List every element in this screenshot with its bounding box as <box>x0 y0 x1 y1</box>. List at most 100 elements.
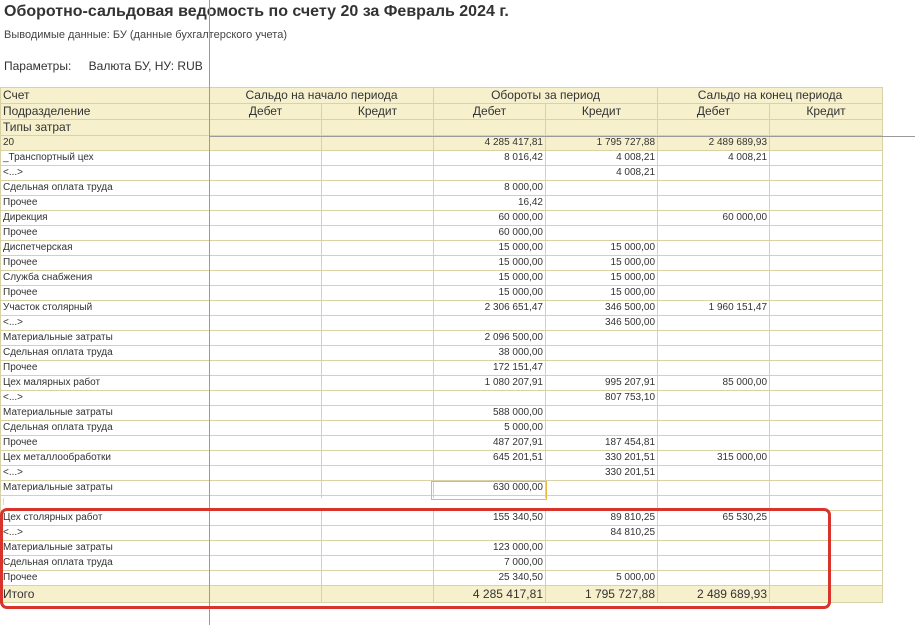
cell-closing-credit[interactable] <box>769 165 884 181</box>
cell-opening-credit[interactable] <box>321 420 434 436</box>
cell-closing-credit[interactable] <box>769 435 884 451</box>
cell-closing-debit[interactable] <box>657 390 771 406</box>
row-label[interactable]: <...> <box>0 465 210 481</box>
cell-closing-debit[interactable] <box>657 465 771 481</box>
cell-opening-debit[interactable] <box>209 360 322 376</box>
cell-opening-credit[interactable] <box>321 390 434 406</box>
table-row[interactable]: _Транспортный цех 8 016,42 4 008,21 4 008,2… <box>0 150 884 166</box>
cell-turnover-debit[interactable]: 5 000,00 <box>433 420 546 436</box>
cell-opening-credit[interactable] <box>321 465 434 481</box>
cell-closing-debit[interactable] <box>657 330 771 346</box>
cell-closing-credit[interactable] <box>769 405 884 421</box>
cell-turnover-debit[interactable]: 15 000,00 <box>433 255 546 271</box>
cell-turnover-debit[interactable]: 487 207,91 <box>433 435 546 451</box>
cell-opening-credit[interactable] <box>321 150 434 166</box>
cell-opening-debit[interactable] <box>209 405 322 421</box>
cell-turnover-debit[interactable]: 15 000,00 <box>433 285 546 301</box>
cell-turnover-debit[interactable]: 38 000,00 <box>433 345 546 361</box>
cell-opening-debit[interactable] <box>209 195 322 211</box>
cell-closing-credit[interactable] <box>769 390 884 406</box>
table-row[interactable]: Сдельная оплата труда 5 000,00 <box>0 420 884 436</box>
cell-closing-credit[interactable] <box>769 240 884 256</box>
cell-opening-debit[interactable] <box>209 180 322 196</box>
cell-opening-credit[interactable] <box>321 195 434 211</box>
cell-turnover-credit[interactable] <box>544 345 659 361</box>
header-opening-credit[interactable]: Кредит <box>321 103 434 120</box>
cell-opening-credit[interactable] <box>321 135 434 151</box>
table-row[interactable]: Дирекция 60 000,00 60 000,00 <box>0 210 884 226</box>
cell-opening-credit[interactable] <box>321 480 434 496</box>
cell-closing-debit[interactable] <box>657 240 771 256</box>
table-row[interactable]: Цех малярных работ 1 080 207,91 995 207,91… <box>0 375 884 391</box>
cell-opening-credit[interactable] <box>321 405 434 421</box>
cell-turnover-debit[interactable]: 8 016,42 <box>433 150 546 166</box>
cell-opening-debit[interactable] <box>209 315 322 331</box>
row-label[interactable]: <...> <box>0 390 210 406</box>
cell-turnover-credit[interactable]: 346 500,00 <box>544 315 659 331</box>
cell-closing-credit[interactable] <box>769 225 884 241</box>
table-row[interactable]: Сдельная оплата труда 38 000,00 <box>0 345 884 361</box>
table-row[interactable]: Цех металлообработки 645 201,51 330 201,51… <box>0 450 884 466</box>
row-label[interactable]: Прочее <box>0 255 210 271</box>
cell-closing-debit[interactable]: 1 960 151,47 <box>657 300 771 316</box>
cell-turnover-debit[interactable]: 1 080 207,91 <box>433 375 546 391</box>
table-row[interactable]: Прочее 172 151,47 <box>0 360 884 376</box>
cell-turnover-debit[interactable]: 8 000,00 <box>433 180 546 196</box>
row-label[interactable]: <...> <box>0 165 210 181</box>
row-label[interactable]: Прочее <box>0 225 210 241</box>
row-label[interactable]: Прочее <box>0 195 210 211</box>
cell-opening-debit[interactable] <box>209 330 322 346</box>
cell-turnover-credit[interactable]: 1 795 727,88 <box>544 135 659 151</box>
cell-turnover-credit[interactable]: 187 454,81 <box>544 435 659 451</box>
cell-turnover-credit[interactable]: 330 201,51 <box>544 465 659 481</box>
cell-turnover-debit[interactable] <box>433 390 546 406</box>
cell-turnover-credit[interactable] <box>544 330 659 346</box>
cell-turnover-credit[interactable] <box>544 195 659 211</box>
cell-closing-credit[interactable] <box>769 345 884 361</box>
header-closing-credit[interactable]: Кредит <box>769 103 884 120</box>
cell-closing-debit[interactable] <box>657 315 771 331</box>
table-row[interactable]: 20 4 285 417,81 1 795 727,88 2 489 689,93 <box>0 135 884 151</box>
cell-opening-debit[interactable] <box>209 480 322 496</box>
cell-closing-credit[interactable] <box>769 270 884 286</box>
row-label[interactable]: Служба снабжения <box>0 270 210 286</box>
cell-closing-credit[interactable] <box>769 210 884 226</box>
cell-opening-debit[interactable] <box>209 435 322 451</box>
cell-opening-credit[interactable] <box>321 345 434 361</box>
cell-closing-credit[interactable] <box>769 315 884 331</box>
header-turnover-credit[interactable]: Кредит <box>544 103 659 120</box>
cell-turnover-credit[interactable]: 330 201,51 <box>544 450 659 466</box>
cell-opening-debit[interactable] <box>209 465 322 481</box>
cell-opening-debit[interactable] <box>209 150 322 166</box>
cell-closing-debit[interactable] <box>657 255 771 271</box>
cell-closing-credit[interactable] <box>769 375 884 391</box>
cell-opening-credit[interactable] <box>321 360 434 376</box>
cell-closing-debit[interactable]: 2 489 689,93 <box>657 135 771 151</box>
header-closing-debit[interactable]: Дебет <box>657 103 771 120</box>
cell-opening-debit[interactable] <box>209 225 322 241</box>
cell-closing-debit[interactable] <box>657 435 771 451</box>
header-cost-types[interactable]: Типы затрат <box>0 119 210 136</box>
cell-opening-debit[interactable] <box>209 165 322 181</box>
cell-turnover-debit[interactable]: 16,42 <box>433 195 546 211</box>
cell-turnover-debit[interactable] <box>433 465 546 481</box>
cell-opening-credit[interactable] <box>321 435 434 451</box>
cell-turnover-credit[interactable] <box>544 420 659 436</box>
cell-turnover-credit[interactable] <box>544 480 659 496</box>
header-opening-debit[interactable]: Дебет <box>209 103 322 120</box>
cell-turnover-credit[interactable]: 995 207,91 <box>544 375 659 391</box>
cell-closing-debit[interactable]: 315 000,00 <box>657 450 771 466</box>
cell-closing-debit[interactable] <box>657 360 771 376</box>
table-row[interactable]: Материальные затраты 588 000,00 <box>0 405 884 421</box>
cell-turnover-debit[interactable]: 588 000,00 <box>433 405 546 421</box>
cell-opening-debit[interactable] <box>209 420 322 436</box>
row-label[interactable]: Материальные затраты <box>0 480 210 496</box>
table-row[interactable]: Прочее 15 000,00 15 000,00 <box>0 255 884 271</box>
cell-opening-debit[interactable] <box>209 390 322 406</box>
cell-turnover-debit[interactable]: 2 096 500,00 <box>433 330 546 346</box>
cell-turnover-credit[interactable]: 4 008,21 <box>544 150 659 166</box>
cell-closing-debit[interactable] <box>657 270 771 286</box>
cell-turnover-credit[interactable]: 346 500,00 <box>544 300 659 316</box>
cell-closing-debit[interactable]: 60 000,00 <box>657 210 771 226</box>
cell-opening-credit[interactable] <box>321 270 434 286</box>
